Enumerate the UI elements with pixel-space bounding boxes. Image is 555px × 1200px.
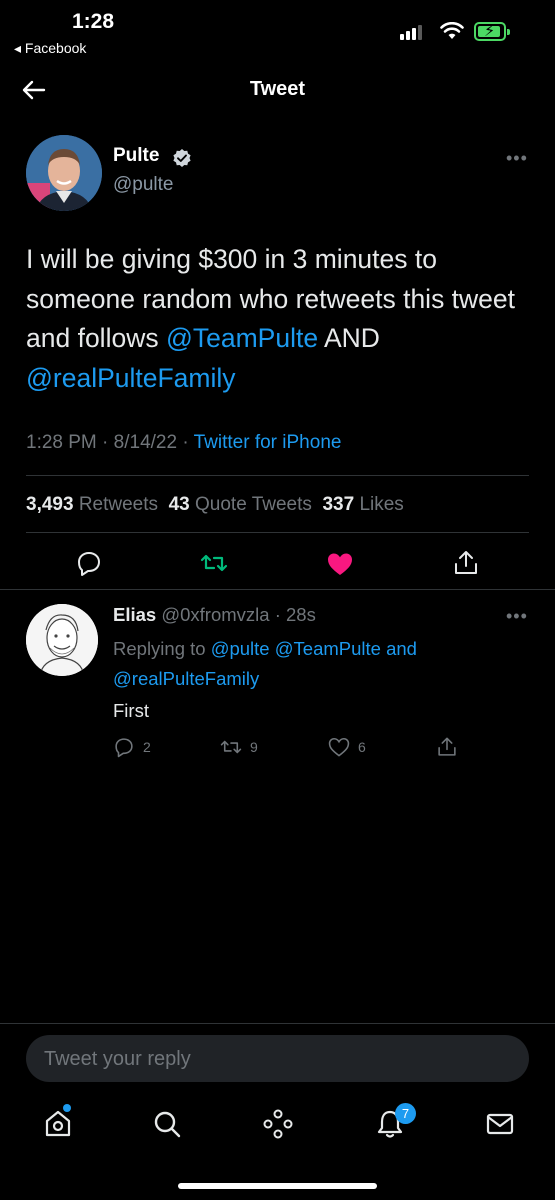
reply-icon <box>115 738 133 758</box>
reply-author-name[interactable]: Elias <box>113 604 156 625</box>
tweet-time: 1:28 PM <box>26 432 97 453</box>
divider <box>26 532 529 533</box>
quote-tweets-stat[interactable]: 43 Quote Tweets <box>169 494 312 515</box>
notifications-badge: 7 <box>395 1103 416 1124</box>
tweet-text-part: AND <box>318 323 380 353</box>
reply-retweet-count: 9 <box>250 739 258 755</box>
author-handle[interactable]: @pulte <box>113 174 174 196</box>
retweets-stat[interactable]: 3,493 Retweets <box>26 494 158 515</box>
mention-link-teampulte[interactable]: @TeamPulte <box>166 323 318 353</box>
tweet-more-options-icon[interactable]: ••• <box>506 148 528 169</box>
mention-link-teampulte[interactable]: @TeamPulte <box>275 638 381 659</box>
tweet-text: I will be giving $300 in 3 minutes to so… <box>26 240 531 398</box>
reply-text: First <box>113 700 149 721</box>
verified-badge-icon <box>173 149 191 167</box>
home-new-dot <box>63 1104 71 1112</box>
reply-input[interactable] <box>42 1035 516 1084</box>
divider <box>0 589 555 590</box>
quote-tweets-count: 43 <box>168 494 190 515</box>
tweet-meta: 1:28 PM · 8/14/22 · Twitter for iPhone <box>26 432 342 453</box>
retweet-icon <box>220 740 242 754</box>
mention-link-realpultefamily[interactable]: @realPulteFamily <box>113 668 259 689</box>
author-name[interactable]: Pulte <box>113 145 159 167</box>
replying-and-label: and <box>386 638 417 659</box>
home-indicator[interactable] <box>178 1183 377 1189</box>
search-icon[interactable] <box>151 1108 183 1140</box>
reply-retweet-button[interactable]: 9 <box>220 736 258 758</box>
likes-label: Likes <box>359 494 404 515</box>
messages-envelope-icon[interactable] <box>484 1108 516 1140</box>
reply-author-handle[interactable]: @0xfromvzla <box>161 604 269 625</box>
tweet-stats: 3,493 Retweets 43 Quote Tweets 337 Likes <box>26 494 404 516</box>
spaces-icon[interactable] <box>262 1108 294 1140</box>
reply-age: 28s <box>286 604 316 625</box>
replying-to-label: Replying to <box>113 638 206 659</box>
reply-composer[interactable] <box>26 1035 529 1084</box>
retweets-count: 3,493 <box>26 494 74 515</box>
tweet-date: 8/14/22 <box>113 432 178 453</box>
reply-header: Elias @0xfromvzla · 28s <box>113 604 316 625</box>
reply-author-avatar[interactable] <box>26 604 98 676</box>
reply-like-button[interactable]: 6 <box>328 736 366 758</box>
battery-charging-icon: ⚡ <box>474 22 510 41</box>
reply-reply-button[interactable]: 2 <box>113 736 151 758</box>
likes-count: 337 <box>322 494 355 515</box>
mention-link-pulte[interactable]: @pulte <box>211 638 270 659</box>
divider <box>0 1023 555 1024</box>
wifi-icon <box>440 22 464 39</box>
divider <box>26 475 529 476</box>
reply-like-count: 6 <box>358 739 366 755</box>
retweet-icon-active[interactable] <box>200 549 228 577</box>
tweet-source-link[interactable]: Twitter for iPhone <box>194 432 342 453</box>
share-icon[interactable] <box>452 549 480 577</box>
home-icon[interactable] <box>42 1108 74 1140</box>
quote-tweets-label: Quote Tweets <box>195 494 312 515</box>
reply-share-icon[interactable] <box>436 736 458 758</box>
reply-reply-count: 2 <box>143 739 151 755</box>
replying-to-line: Replying to @pulte @TeamPulte and @realP… <box>113 634 513 694</box>
signal-icon <box>400 25 422 40</box>
retweets-label: Retweets <box>78 494 159 515</box>
page-title: Tweet <box>249 78 306 100</box>
reply-more-options-icon[interactable]: ••• <box>506 606 528 627</box>
back-to-app-link[interactable]: ◂ Facebook <box>14 40 86 57</box>
like-icon-active[interactable] <box>326 550 354 578</box>
mention-link-realpultefamily[interactable]: @realPulteFamily <box>26 363 236 393</box>
likes-stat[interactable]: 337 Likes <box>322 494 403 515</box>
status-time: 1:28 <box>72 10 115 33</box>
heart-icon <box>328 737 350 757</box>
author-avatar[interactable] <box>26 135 102 211</box>
reply-icon[interactable] <box>75 549 103 577</box>
